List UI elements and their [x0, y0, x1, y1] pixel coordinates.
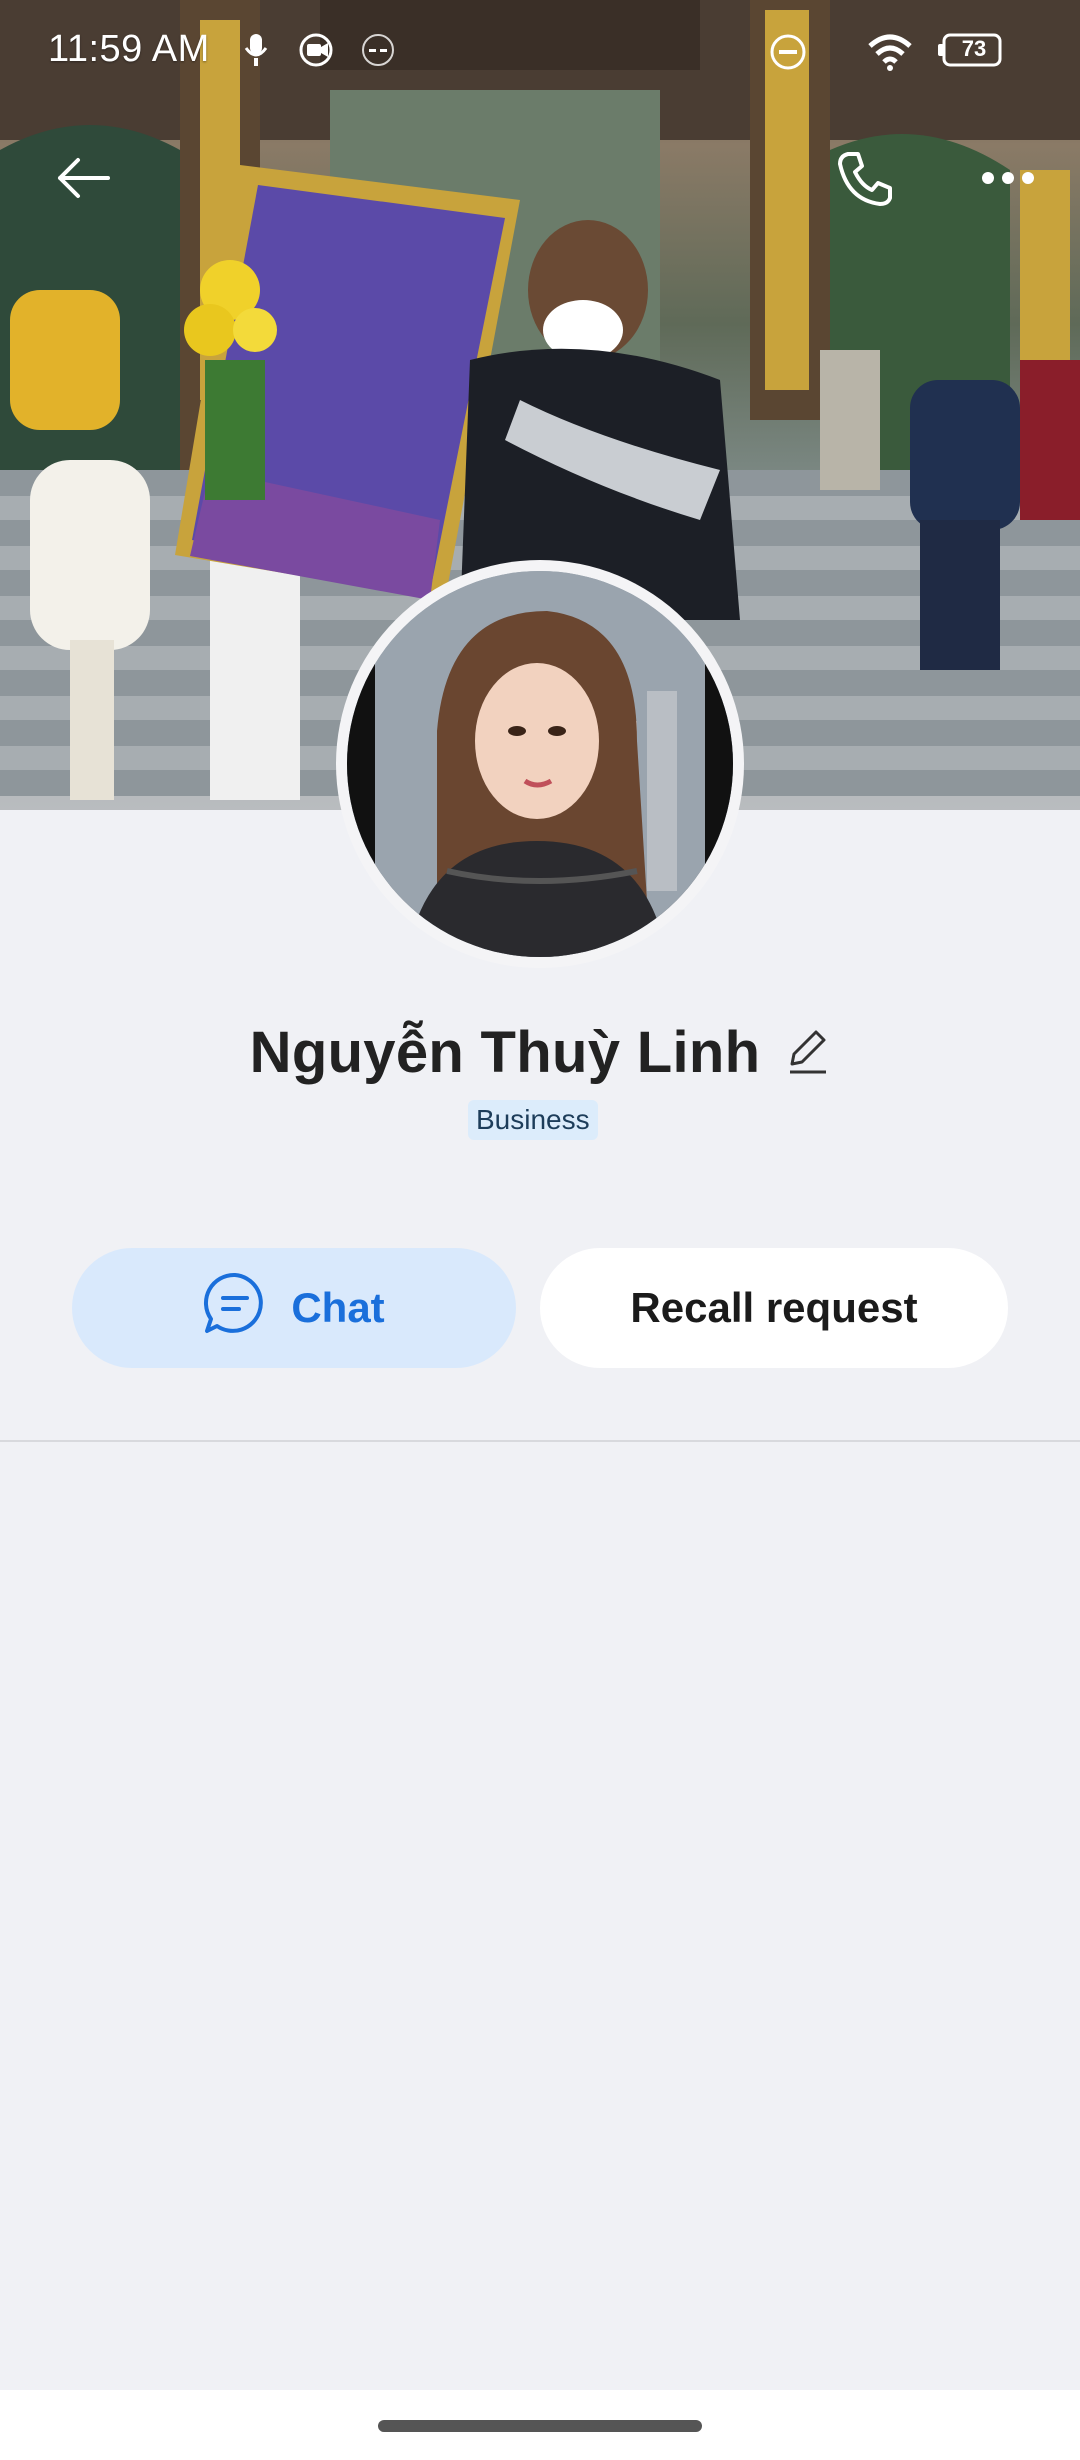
status-time: 11:59 AM: [48, 28, 210, 70]
more-button[interactable]: [968, 140, 1048, 220]
dashes-icon: [360, 32, 396, 73]
divider: [0, 1440, 1080, 1442]
mic-icon: [244, 32, 268, 73]
do-not-disturb-icon: [768, 32, 808, 77]
arrow-left-icon: [54, 156, 110, 205]
call-button[interactable]: [824, 140, 904, 220]
chat-button-label: Chat: [291, 1284, 385, 1331]
home-indicator[interactable]: [378, 2420, 702, 2432]
avatar[interactable]: [336, 560, 744, 968]
video-record-icon: [298, 32, 338, 73]
chat-button[interactable]: Chat: [72, 1248, 516, 1368]
avatar-photo: [347, 571, 733, 957]
profile-name: Nguyễn Thuỳ Linh: [249, 1019, 761, 1085]
name-row: Nguyễn Thuỳ Linh: [0, 1012, 1080, 1092]
status-bar: 11:59 AM 73: [0, 0, 1080, 110]
back-button[interactable]: [42, 140, 122, 220]
edit-name-button[interactable]: [786, 1026, 830, 1079]
recall-request-label: Recall request: [630, 1284, 918, 1331]
battery-level: 73: [961, 36, 987, 61]
business-badge: Business: [468, 1100, 598, 1140]
pencil-icon: [786, 1030, 830, 1078]
wifi-icon: [866, 32, 914, 77]
phone-icon: [834, 148, 894, 213]
more-horizontal-icon: [981, 171, 1035, 190]
recall-request-button[interactable]: Recall request: [540, 1248, 1008, 1368]
chat-bubble-icon: [203, 1271, 267, 1345]
